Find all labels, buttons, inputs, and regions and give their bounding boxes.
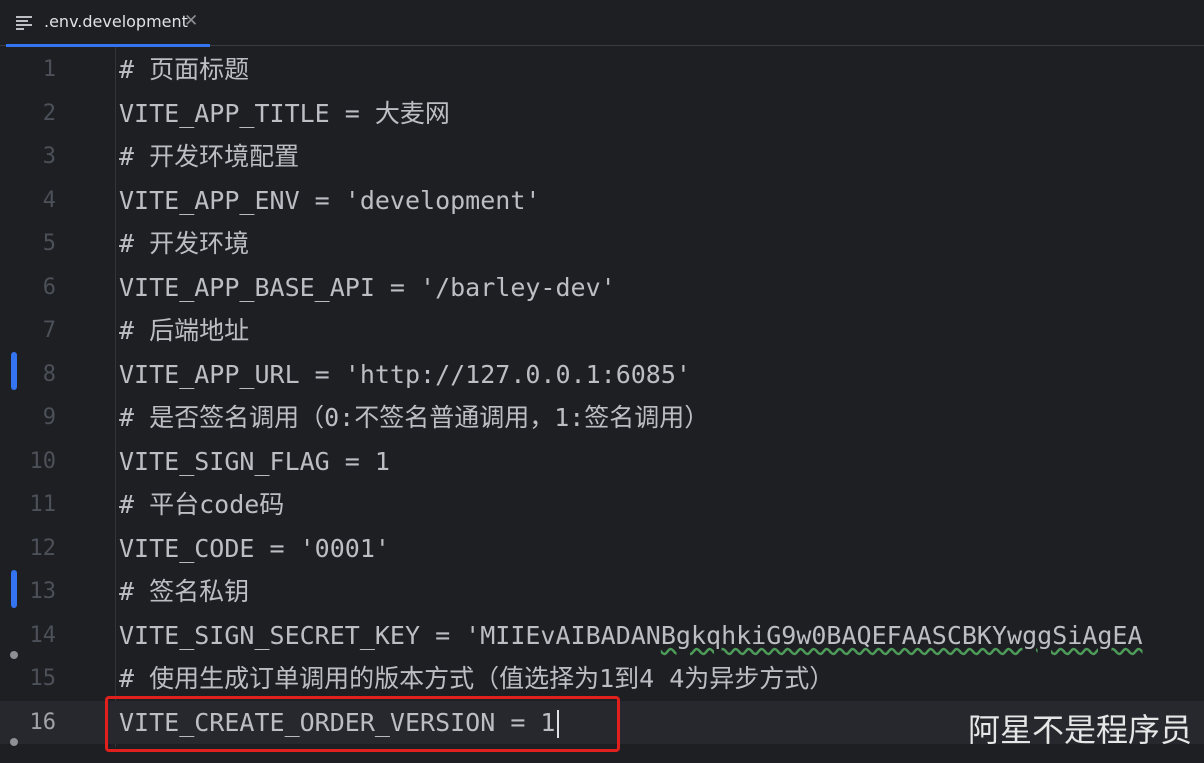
line-number: 12 bbox=[29, 535, 57, 561]
line-number: 11 bbox=[29, 492, 57, 517]
code-line[interactable]: 3 # 开发环境配置 bbox=[0, 135, 1204, 179]
code-line[interactable]: 8 VITE_APP_URL = 'http://127.0.0.1:6085' bbox=[0, 353, 1204, 397]
line-number: 9 bbox=[42, 405, 56, 430]
code-line[interactable]: 11 # 平台code码 bbox=[0, 483, 1204, 527]
line-text: # 开发环境配置 bbox=[119, 142, 300, 171]
code-line[interactable]: 2 VITE_APP_TITLE = 大麦网 bbox=[0, 92, 1204, 136]
line-text: # 页面标题 bbox=[119, 55, 250, 84]
gutter-change-marker[interactable] bbox=[11, 352, 17, 390]
line-number: 14 bbox=[29, 622, 57, 648]
gutter-change-marker[interactable] bbox=[11, 570, 17, 608]
line-text: VITE_CODE = '0001' bbox=[119, 533, 390, 563]
line-number: 10 bbox=[29, 448, 57, 474]
line-number: 15 bbox=[29, 666, 57, 691]
line-text: VITE_APP_URL = 'http://127.0.0.1:6085' bbox=[119, 359, 691, 389]
line-number: 13 bbox=[29, 579, 57, 604]
line-number: 5 bbox=[42, 231, 56, 256]
line-text: VITE_APP_BASE_API = '/barley-dev' bbox=[119, 272, 616, 302]
code-line[interactable]: 13 # 签名私钥 bbox=[0, 570, 1204, 614]
line-number: 2 bbox=[42, 100, 56, 126]
code-line[interactable]: 4 VITE_APP_ENV = 'development' bbox=[0, 179, 1204, 223]
line-text: # 平台code码 bbox=[119, 490, 285, 519]
gutter-fold-marker[interactable] bbox=[10, 651, 18, 659]
code-line[interactable]: 14 VITE_SIGN_SECRET_KEY = 'MIIEvAIBADANBg… bbox=[0, 614, 1204, 658]
code-line[interactable]: 7 # 后端地址 bbox=[0, 309, 1204, 353]
line-text: VITE_SIGN_FLAG = 1 bbox=[119, 446, 390, 476]
close-icon[interactable]: ✕ bbox=[184, 11, 198, 31]
line-number: 8 bbox=[42, 361, 56, 387]
line-text: # 使用生成订单调用的版本方式（值选择为1到4 4为异步方式） bbox=[119, 664, 835, 693]
line-text: # 开发环境 bbox=[119, 229, 250, 258]
line-number: 3 bbox=[42, 144, 56, 169]
line-number: 7 bbox=[42, 318, 56, 343]
code-line[interactable]: 6 VITE_APP_BASE_API = '/barley-dev' bbox=[0, 266, 1204, 310]
code-line[interactable]: 5 # 开发环境 bbox=[0, 222, 1204, 266]
line-text: # 签名私钥 bbox=[119, 577, 250, 606]
line-number: 6 bbox=[42, 274, 56, 300]
text-file-icon bbox=[16, 16, 32, 30]
code-editor[interactable]: 1 # 页面标题 2 VITE_APP_TITLE = 大麦网 3 # 开发环境配置 4 VI… bbox=[0, 47, 1204, 763]
code-line[interactable]: 10 VITE_SIGN_FLAG = 1 bbox=[0, 440, 1204, 484]
line-text: # 后端地址 bbox=[119, 316, 250, 345]
code-line[interactable]: 1 # 页面标题 bbox=[0, 48, 1204, 92]
code-line[interactable]: 15 # 使用生成订单调用的版本方式（值选择为1到4 4为异步方式） bbox=[0, 657, 1204, 701]
line-number: 1 bbox=[42, 57, 56, 82]
editor-tab-bar: .env.development ✕ bbox=[0, 0, 1204, 47]
watermark: 阿星不是程序员 bbox=[967, 711, 1192, 749]
line-text: # 是否签名调用（0:不签名普通调用，1:签名调用） bbox=[119, 403, 710, 432]
line-number: 16 bbox=[29, 709, 57, 735]
tab-env-development[interactable]: .env.development ✕ bbox=[6, 0, 210, 47]
line-text: VITE_SIGN_SECRET_KEY = 'MIIEvAIBADANBgkq… bbox=[119, 620, 1143, 650]
line-text: VITE_APP_TITLE = 大麦网 bbox=[119, 98, 450, 128]
line-text: VITE_APP_ENV = 'development' bbox=[119, 185, 541, 215]
gutter-fold-marker[interactable] bbox=[10, 738, 18, 746]
code-line[interactable]: 9 # 是否签名调用（0:不签名普通调用，1:签名调用） bbox=[0, 396, 1204, 440]
tab-filename: .env.development bbox=[44, 12, 188, 31]
line-number: 4 bbox=[42, 187, 56, 213]
code-line[interactable]: 12 VITE_CODE = '0001' bbox=[0, 527, 1204, 571]
annotation-highlight-box bbox=[105, 696, 620, 752]
